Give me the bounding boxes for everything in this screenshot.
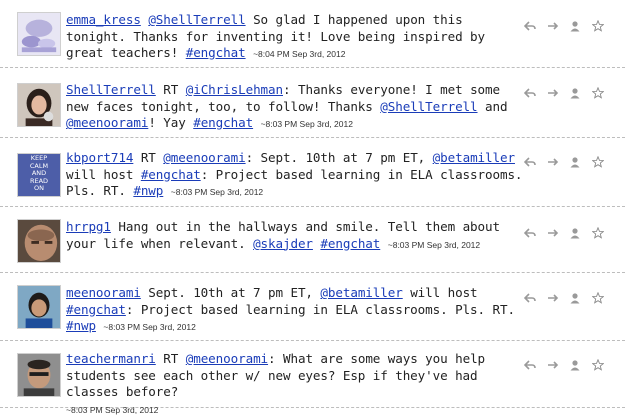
hashtag-link[interactable]: #engchat bbox=[186, 45, 246, 60]
retweet-icon[interactable] bbox=[546, 226, 560, 240]
favorite-star-icon[interactable] bbox=[591, 155, 605, 169]
user-icon[interactable] bbox=[568, 226, 582, 240]
tweet-username[interactable]: meenoorami bbox=[66, 285, 141, 300]
favorite-star-icon[interactable] bbox=[591, 19, 605, 33]
reply-icon[interactable] bbox=[523, 19, 537, 33]
tweet-actions bbox=[523, 226, 605, 240]
tweet-text-segment: Sept. 10th at 7 pm ET, bbox=[140, 285, 321, 300]
reply-icon[interactable] bbox=[523, 358, 537, 372]
avatar[interactable] bbox=[17, 12, 61, 56]
avatar-image bbox=[18, 354, 60, 396]
tweet-timestamp: ~8:03 PM Sep 3rd, 2012 bbox=[260, 119, 353, 129]
tweet-row: emma_kress @ShellTerrell So glad I happe… bbox=[0, 0, 625, 68]
tweet-text-segment: will host bbox=[66, 166, 141, 182]
tweet-text: kbport714 RT @meenoorami: Sept. 10th at … bbox=[66, 150, 528, 201]
tweet-text-segment: will host bbox=[402, 285, 478, 300]
avatar-image bbox=[18, 84, 60, 126]
tweet-username[interactable]: emma_kress bbox=[66, 12, 141, 27]
tweet-text-segment: RT bbox=[155, 82, 186, 97]
tweet-text-segment: ! Yay bbox=[148, 115, 194, 130]
user-icon[interactable] bbox=[568, 155, 582, 169]
retweet-icon[interactable] bbox=[546, 155, 560, 169]
mention-link[interactable]: @ShellTerrell bbox=[380, 99, 477, 114]
hashtag-link[interactable]: #nwp bbox=[66, 318, 96, 333]
avatar[interactable] bbox=[17, 219, 61, 263]
tweet-username[interactable]: teachermanri bbox=[66, 351, 156, 366]
mention-link[interactable]: @ShellTerrell bbox=[148, 12, 245, 27]
retweet-icon[interactable] bbox=[546, 358, 560, 372]
favorite-star-icon[interactable] bbox=[591, 226, 605, 240]
tweet-row: teachermanri RT @meenoorami: What are so… bbox=[0, 341, 625, 415]
tweet-row: ShellTerrell RT @iChrisLehman: Thanks ev… bbox=[0, 68, 625, 138]
mention-link[interactable]: @meenoorami bbox=[66, 115, 148, 130]
tweet-actions bbox=[523, 86, 605, 100]
avatar-keep-calm-text: KEEP CALM AND READ ON bbox=[18, 154, 60, 193]
user-icon[interactable] bbox=[568, 358, 582, 372]
tweet-text-segment: : Project based learning in ELA classroo… bbox=[125, 301, 515, 317]
tweet-row: hrrpg1 Hang out in the hallways and smil… bbox=[0, 207, 625, 273]
avatar[interactable] bbox=[17, 83, 61, 127]
avatar-text-line: ON bbox=[34, 184, 44, 192]
tweet-text-segment: : Sept. 10th at 7 pm ET, bbox=[245, 150, 433, 165]
hashtag-link[interactable]: #engchat bbox=[141, 167, 201, 182]
tweet-text: emma_kress @ShellTerrell So glad I happe… bbox=[66, 12, 528, 63]
favorite-star-icon[interactable] bbox=[591, 291, 605, 305]
mention-link[interactable]: @betamiller bbox=[320, 285, 402, 300]
user-icon[interactable] bbox=[568, 19, 582, 33]
hashtag-link[interactable]: #engchat bbox=[66, 302, 126, 317]
tweet-text-segment: RT bbox=[155, 351, 186, 366]
favorite-star-icon[interactable] bbox=[591, 358, 605, 372]
mention-link[interactable]: @iChrisLehman bbox=[186, 82, 283, 97]
tweet-timestamp: ~8:03 PM Sep 3rd, 2012 bbox=[66, 404, 159, 415]
reply-icon[interactable] bbox=[523, 86, 537, 100]
avatar-image bbox=[18, 220, 60, 262]
favorite-star-icon[interactable] bbox=[591, 86, 605, 100]
tweet-actions bbox=[523, 155, 605, 169]
tweet-feed: emma_kress @ShellTerrell So glad I happe… bbox=[0, 0, 625, 416]
reply-icon[interactable] bbox=[523, 291, 537, 305]
tweet-actions bbox=[523, 19, 605, 33]
tweet-text: ShellTerrell RT @iChrisLehman: Thanks ev… bbox=[66, 82, 528, 133]
mention-link[interactable]: @betamiller bbox=[433, 150, 515, 165]
hashtag-link[interactable]: #nwp bbox=[133, 183, 163, 198]
tweet-timestamp: ~8:04 PM Sep 3rd, 2012 bbox=[253, 49, 346, 59]
hashtag-link[interactable]: #engchat bbox=[193, 115, 253, 130]
tweet-username[interactable]: hrrpg1 bbox=[66, 219, 111, 234]
avatar[interactable] bbox=[17, 353, 61, 397]
tweet-text-segment: and bbox=[477, 98, 508, 114]
tweet-actions bbox=[523, 358, 605, 372]
tweet-text: meenoorami Sept. 10th at 7 pm ET, @betam… bbox=[66, 285, 528, 336]
retweet-icon[interactable] bbox=[546, 86, 560, 100]
avatar-image bbox=[18, 286, 60, 328]
mention-link[interactable]: @skajder bbox=[253, 236, 313, 251]
tweet-timestamp: ~8:03 PM Sep 3rd, 2012 bbox=[103, 322, 196, 332]
retweet-icon[interactable] bbox=[546, 291, 560, 305]
avatar[interactable]: KEEP CALM AND READ ON bbox=[17, 153, 61, 197]
avatar[interactable] bbox=[17, 285, 61, 329]
user-icon[interactable] bbox=[568, 291, 582, 305]
tweet-actions bbox=[523, 291, 605, 305]
tweet-username[interactable]: ShellTerrell bbox=[66, 82, 156, 97]
avatar-image bbox=[18, 13, 60, 55]
tweet-text-segment: RT bbox=[133, 150, 164, 165]
user-icon[interactable] bbox=[568, 86, 582, 100]
hashtag-link[interactable]: #engchat bbox=[320, 236, 380, 251]
tweet-timestamp: ~8:03 PM Sep 3rd, 2012 bbox=[387, 239, 481, 250]
tweet-text: teachermanri RT @meenoorami: What are so… bbox=[66, 351, 528, 416]
tweet-timestamp: ~8:03 PM Sep 3rd, 2012 bbox=[170, 187, 264, 197]
tweet-username[interactable]: kbport714 bbox=[66, 150, 133, 165]
tweet-row: KEEP CALM AND READ ON kbport714 RT @meen… bbox=[0, 138, 625, 207]
retweet-icon[interactable] bbox=[546, 19, 560, 33]
reply-icon[interactable] bbox=[523, 226, 537, 240]
mention-link[interactable]: @meenoorami bbox=[186, 351, 268, 366]
tweet-row: meenoorami Sept. 10th at 7 pm ET, @betam… bbox=[0, 273, 625, 341]
tweet-text: hrrpg1 Hang out in the hallways and smil… bbox=[66, 219, 528, 253]
reply-icon[interactable] bbox=[523, 155, 537, 169]
mention-link[interactable]: @meenoorami bbox=[163, 150, 245, 165]
